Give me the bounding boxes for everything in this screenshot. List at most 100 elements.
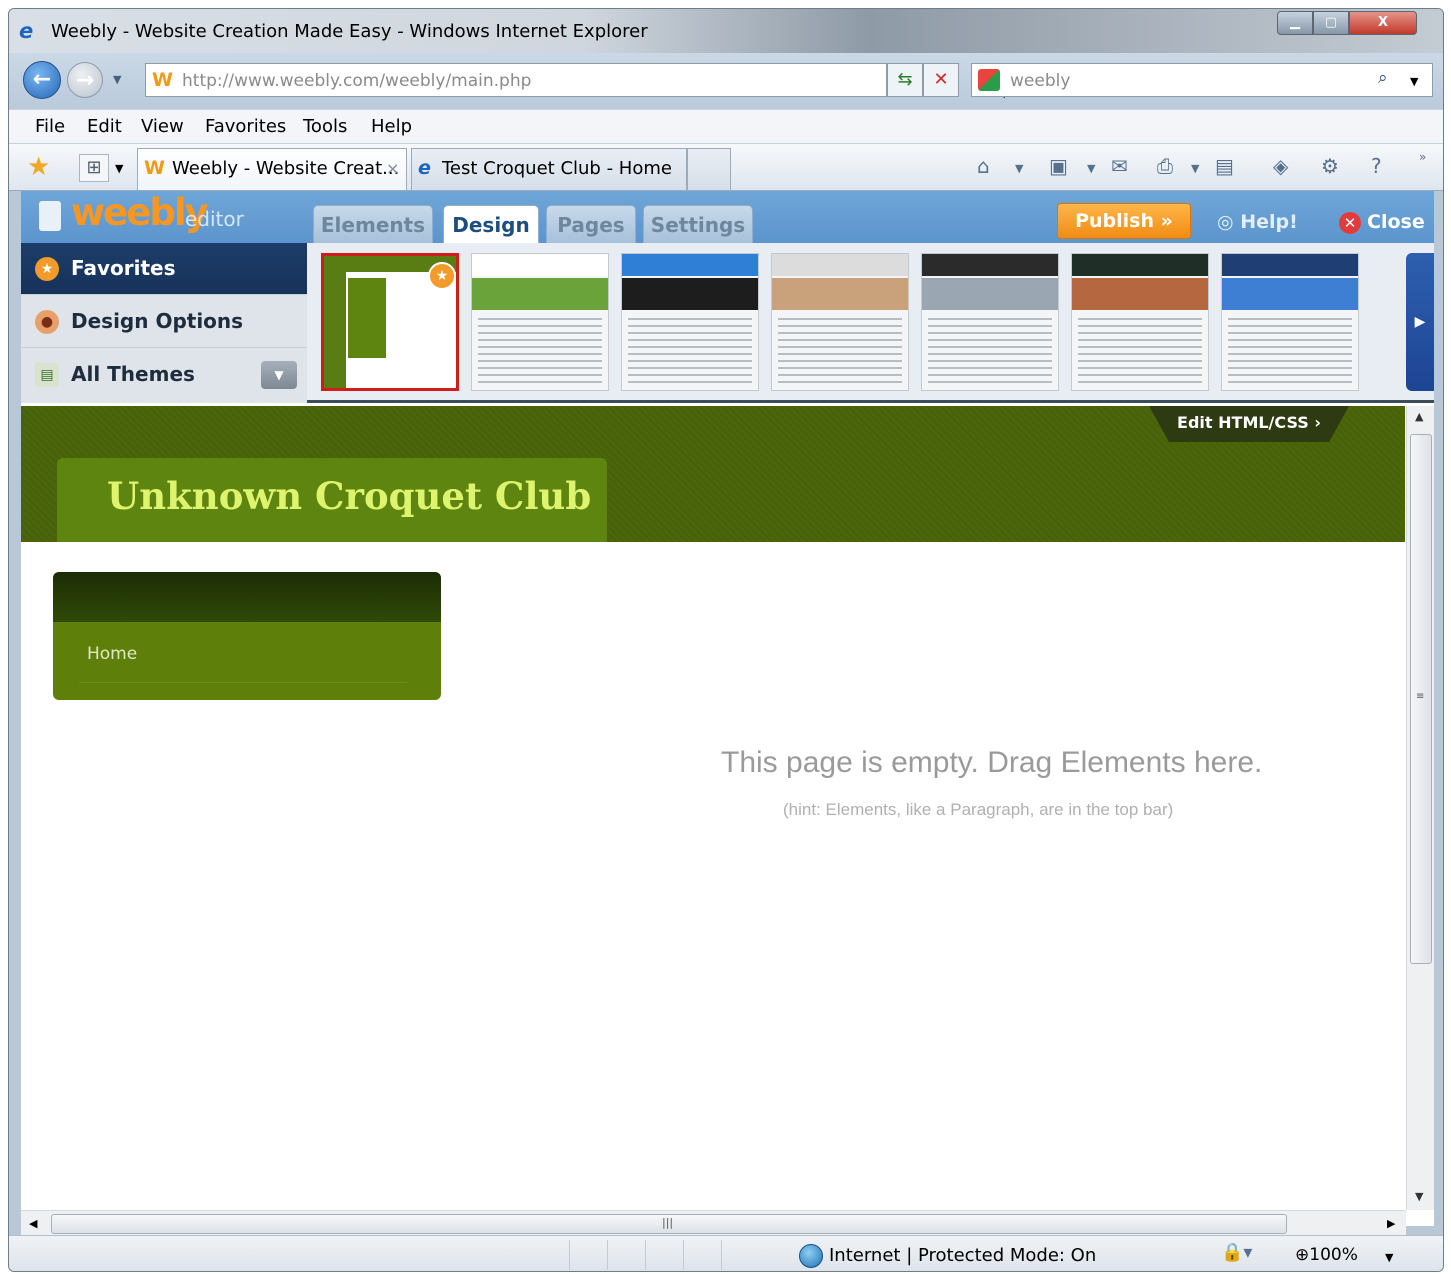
- menu-file[interactable]: File: [35, 116, 65, 137]
- command-bar: ⌂ ▼ ▣ ▼ ✉ ⎙ ▼ ▤ ◈ ⚙ ? »: [969, 150, 1429, 186]
- print-icon[interactable]: ⎙: [1157, 154, 1173, 178]
- tab-weebly[interactable]: W Weebly - Website Creat... ×: [137, 148, 407, 190]
- theme-carousel: ★: [315, 243, 1434, 403]
- theme-preview-sidebar: [348, 278, 386, 358]
- help-circle-icon: ◎: [1217, 211, 1241, 233]
- back-button[interactable]: ←: [23, 61, 61, 99]
- search-box[interactable]: weebly ⌕ ▼: [971, 63, 1433, 97]
- more-chevron-icon[interactable]: »: [1419, 150, 1426, 164]
- close-label: Close: [1367, 211, 1425, 233]
- minimize-button[interactable]: ▁: [1277, 11, 1313, 35]
- sidebar-item-all-themes[interactable]: ▤ All Themes ▼: [21, 349, 307, 401]
- tab-pages[interactable]: Pages: [546, 205, 636, 243]
- theme-thumbnail[interactable]: [1071, 253, 1209, 391]
- help-label: Help!: [1240, 211, 1298, 233]
- theme-preview-header: [1072, 254, 1208, 276]
- tab-list-chevron-icon[interactable]: ▼: [115, 162, 123, 175]
- mail-icon[interactable]: ✉: [1111, 154, 1128, 178]
- help-icon[interactable]: ?: [1371, 154, 1382, 178]
- theme-thumbnail[interactable]: [1221, 253, 1359, 391]
- edit-html-css-button[interactable]: Edit HTML/CSS ›: [1149, 406, 1349, 442]
- protected-mode-icon[interactable]: 🔒▾: [1221, 1242, 1252, 1263]
- theme-preview-text: [778, 318, 902, 386]
- feeds-chevron-icon[interactable]: ▼: [1087, 162, 1095, 175]
- themes-dropdown-button[interactable]: ▼: [261, 361, 297, 389]
- refresh-button[interactable]: ⇆: [887, 63, 923, 97]
- menu-edit[interactable]: Edit: [87, 116, 122, 137]
- horizontal-scrollbar[interactable]: ◀ ||| ▶: [21, 1210, 1406, 1236]
- theme-thumbnail[interactable]: [771, 253, 909, 391]
- vertical-scrollbar[interactable]: ▲ ≡ ▼: [1406, 406, 1434, 1210]
- tab-design[interactable]: Design: [443, 205, 539, 243]
- theme-preview-header: [922, 254, 1058, 276]
- next-themes-arrow-icon[interactable]: ▶: [1406, 253, 1434, 391]
- sidebar-item-label: All Themes: [71, 362, 195, 386]
- theme-thumbnail[interactable]: ★: [321, 253, 459, 391]
- theme-preview-banner: [622, 278, 758, 310]
- print-chevron-icon[interactable]: ▼: [1191, 162, 1199, 175]
- ie-logo-icon: e: [19, 19, 34, 43]
- grip-icon: ≡: [1416, 691, 1425, 702]
- search-icon[interactable]: ⌕: [1378, 68, 1388, 88]
- site-title[interactable]: Unknown Croquet Club: [107, 474, 591, 518]
- nav-item-home[interactable]: Home: [87, 644, 137, 664]
- scroll-down-arrow-icon[interactable]: ▼: [1415, 1190, 1423, 1203]
- nav-header: [53, 572, 441, 622]
- google-icon: [978, 69, 1000, 91]
- maximize-button[interactable]: ▢: [1313, 11, 1349, 35]
- home-chevron-icon[interactable]: ▼: [1015, 162, 1023, 175]
- tab-test-croquet-club[interactable]: e Test Croquet Club - Home: [411, 148, 687, 190]
- feeds-icon[interactable]: ▣: [1049, 154, 1068, 178]
- empty-page-message: This page is empty. Drag Elements here.: [721, 746, 1263, 779]
- address-bar[interactable]: W http://www.weebly.com/weebly/main.php …: [145, 63, 1008, 100]
- theme-thumbnail[interactable]: [471, 253, 609, 391]
- zoom-level[interactable]: ⊕100%: [1295, 1245, 1358, 1265]
- new-tab-button[interactable]: [687, 148, 731, 190]
- help-link[interactable]: ◎ Help!: [1217, 211, 1298, 233]
- vertical-scroll-thumb[interactable]: ≡: [1410, 434, 1432, 964]
- tab-settings[interactable]: Settings: [643, 205, 753, 243]
- weebly-toolbar: weebly editor Elements Design Pages Sett…: [21, 191, 1434, 243]
- scroll-left-arrow-icon[interactable]: ◀: [29, 1217, 37, 1230]
- scroll-right-arrow-icon[interactable]: ▶: [1387, 1217, 1395, 1230]
- theme-preview-header: [1222, 254, 1358, 276]
- sidebar-item-favorites[interactable]: ★ Favorites: [21, 243, 307, 295]
- theme-preview-header: [472, 254, 608, 276]
- shopping-bag-icon: [39, 201, 61, 231]
- security-zone-text[interactable]: Internet | Protected Mode: On: [829, 1245, 1096, 1266]
- zoom-chevron-icon[interactable]: ▼: [1385, 1251, 1393, 1264]
- theme-preview-banner: [922, 278, 1058, 310]
- site-title-box[interactable]: Unknown Croquet Club: [57, 458, 607, 542]
- address-input[interactable]: http://www.weebly.com/weebly/main.php: [182, 71, 531, 91]
- theme-thumbnail[interactable]: [921, 253, 1059, 391]
- close-window-button[interactable]: X: [1349, 11, 1417, 35]
- close-icon[interactable]: ×: [386, 159, 399, 178]
- scroll-up-arrow-icon[interactable]: ▲: [1415, 410, 1423, 423]
- page-icon[interactable]: ▤: [1215, 154, 1234, 178]
- forward-button[interactable]: →: [67, 62, 103, 98]
- status-divider: [569, 1240, 570, 1270]
- page-canvas[interactable]: Edit HTML/CSS › Unknown Croquet Club Hom…: [21, 406, 1405, 1210]
- empty-page-hint: (hint: Elements, like a Paragraph, are i…: [783, 800, 1174, 819]
- search-input[interactable]: weebly: [1010, 71, 1070, 91]
- recent-pages-chevron-icon[interactable]: ▼: [113, 73, 121, 86]
- gear-icon[interactable]: ⚙: [1321, 154, 1339, 178]
- menu-tools[interactable]: Tools: [303, 116, 347, 137]
- horizontal-scroll-thumb[interactable]: |||: [51, 1214, 1287, 1234]
- quick-tabs-icon[interactable]: ⊞: [79, 154, 109, 182]
- theme-thumbnail[interactable]: [621, 253, 759, 391]
- publish-button[interactable]: Publish »: [1057, 203, 1191, 239]
- stop-button[interactable]: ✕: [923, 63, 959, 97]
- menu-favorites[interactable]: Favorites: [205, 116, 286, 137]
- tab-label: Test Croquet Club - Home: [442, 158, 672, 179]
- menu-help[interactable]: Help: [371, 116, 412, 137]
- favorite-star-icon[interactable]: ★: [428, 262, 456, 290]
- star-icon[interactable]: ★: [27, 152, 50, 182]
- sidebar-item-design-options[interactable]: ● Design Options: [21, 296, 307, 348]
- safety-icon[interactable]: ◈: [1273, 154, 1288, 178]
- tab-elements[interactable]: Elements: [313, 205, 433, 243]
- home-icon[interactable]: ⌂: [977, 154, 990, 178]
- menu-view[interactable]: View: [141, 116, 184, 137]
- search-options-chevron-icon[interactable]: ▼: [1410, 75, 1418, 88]
- close-editor-button[interactable]: ✕ Close: [1339, 211, 1425, 234]
